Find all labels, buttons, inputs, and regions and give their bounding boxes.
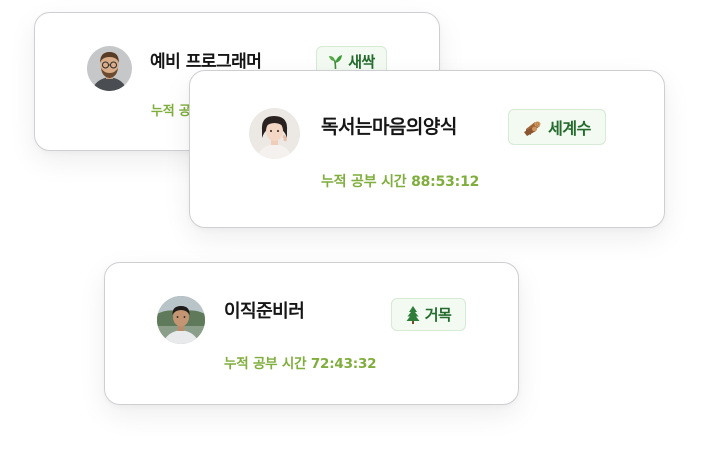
badge-label: 새싹 <box>348 52 375 71</box>
sprout-icon <box>328 53 343 70</box>
avatar <box>87 46 132 91</box>
user-name: 이직준비러 <box>224 301 305 322</box>
level-badge: 거목 <box>391 298 466 331</box>
avatar <box>249 108 300 159</box>
user-name: 독서는마음의양식 <box>321 116 457 138</box>
user-name: 예비 프로그래머 <box>150 52 262 72</box>
user-card-3: 이직준비러 거목 누적 공부 시간 72:43:32 <box>104 262 519 405</box>
level-badge: 세계수 <box>508 109 606 145</box>
wood-log-icon <box>523 119 543 136</box>
user-card-2: 독서는마음의양식 세계수 누적 공부 시간 88:53:12 <box>189 70 665 228</box>
pine-tree-icon <box>406 305 420 324</box>
study-time: 누적 공부 시간 72:43:32 <box>224 356 377 372</box>
badge-label: 거목 <box>424 306 452 324</box>
badge-label: 세계수 <box>548 119 591 138</box>
avatar <box>157 296 205 344</box>
study-time: 누적 공부 시간 88:53:12 <box>321 174 480 190</box>
